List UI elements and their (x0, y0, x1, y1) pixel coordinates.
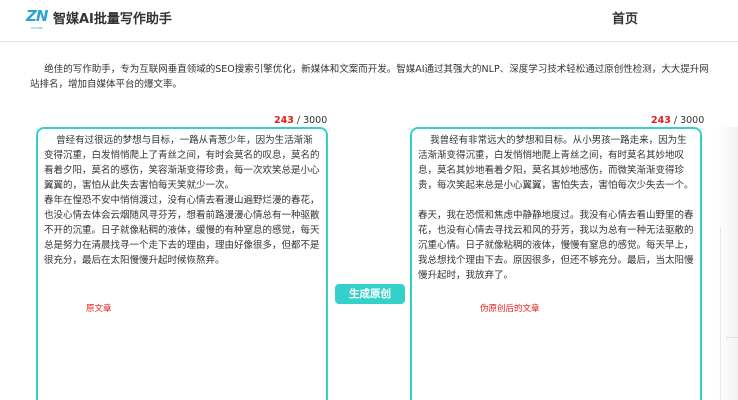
rewritten-article-text: 我曾经有非常远大的梦想和目标。从小男孩一路走来，因为生活渐渐变得沉重，白发悄悄地… (418, 135, 694, 281)
generate-original-button[interactable]: 生成原创 (335, 284, 405, 304)
original-article-textarea[interactable]: 曾经有过很远的梦想与目标，一路从青葱少年，因为生活渐渐变得沉重，白发悄悄爬上了青… (36, 127, 328, 400)
rewritten-article-textarea[interactable]: 我曾经有非常远大的梦想和目标。从小男孩一路走来，因为生活渐渐变得沉重，白发悄悄地… (410, 127, 702, 400)
right-char-count: 243 (651, 115, 671, 126)
original-article-text: 曾经有过很远的梦想与目标，一路从青葱少年，因为生活渐渐变得沉重，白发悄悄爬上了青… (44, 135, 320, 266)
right-char-counter: 243 / 3000 (651, 115, 705, 126)
rewritten-article-label: 伪原创后的文章 (480, 304, 540, 314)
left-char-count: 243 (274, 115, 294, 126)
intro-description: 绝佳的写作助手，专为互联网垂直领域的SEO搜索引擎优化，新媒体和文案而开发。智媒… (30, 64, 709, 90)
left-char-counter: 243 / 3000 (274, 115, 328, 126)
original-article-label: 原文章 (86, 304, 112, 314)
right-edge-decoration (716, 127, 738, 400)
edge-divider-horizontal (726, 337, 738, 338)
edge-divider (720, 227, 721, 400)
app-title: 智媒AI批量写作助手 (53, 12, 172, 27)
nav-home-link[interactable]: 首页 (612, 11, 638, 29)
logo-subtext: chinaz (31, 25, 43, 30)
top-header: ZN chinaz 智媒AI批量写作助手 首页 (0, 0, 738, 42)
logo-mark: ZN (26, 7, 48, 25)
right-char-max: 3000 (680, 115, 705, 126)
left-char-max: 3000 (303, 115, 328, 126)
app-logo[interactable]: ZN chinaz (26, 7, 48, 31)
